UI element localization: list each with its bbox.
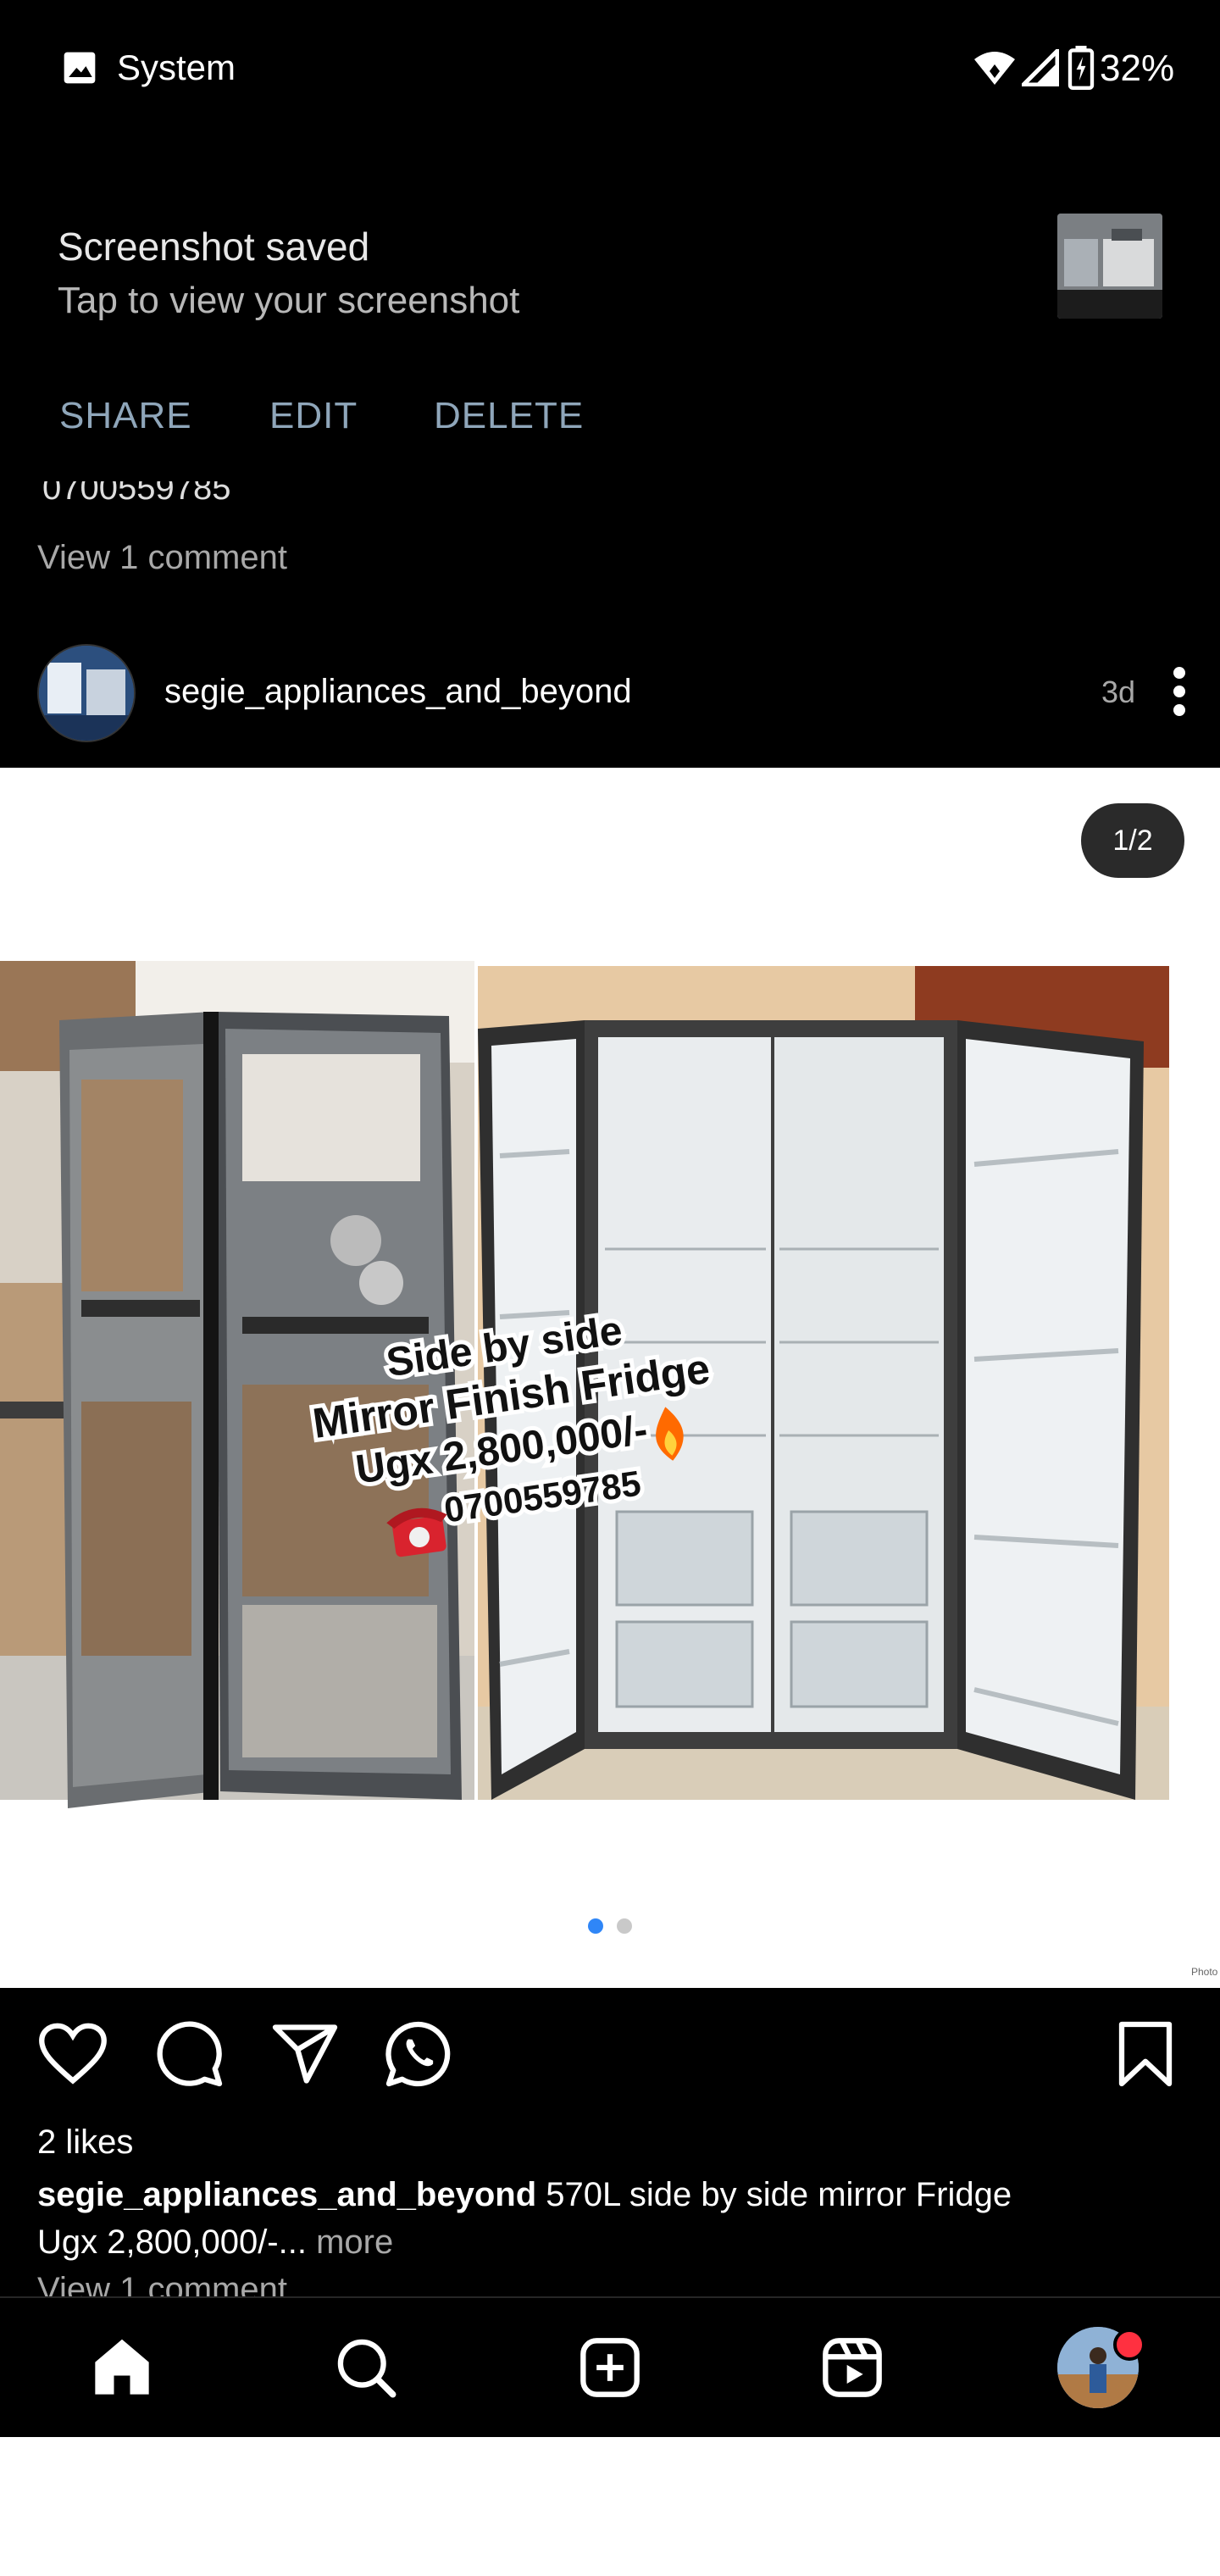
- carousel-counter: 1/2: [1081, 803, 1184, 878]
- post-caption: segie_appliances_and_beyond 570L side by…: [37, 2171, 1181, 2266]
- caption-line-2: Ugx 2,800,000/-...: [37, 2223, 307, 2261]
- view-comments-link[interactable]: View 1 comment: [37, 2271, 287, 2296]
- post-avatar[interactable]: [37, 644, 136, 742]
- image-icon: [64, 52, 96, 84]
- search-icon[interactable]: [334, 2335, 398, 2400]
- notification-title[interactable]: Screenshot saved: [58, 224, 369, 269]
- previous-post-phone-line: 0700559785: [42, 481, 381, 515]
- post-age: 3d: [1101, 675, 1136, 709]
- notification-delete-button[interactable]: DELETE: [434, 395, 584, 437]
- notification-subtitle[interactable]: Tap to view your screenshot: [58, 280, 519, 322]
- home-icon[interactable]: [90, 2335, 154, 2400]
- create-post-icon[interactable]: [578, 2335, 642, 2400]
- more-options-icon[interactable]: [1169, 666, 1190, 717]
- post-media-carousel[interactable]: 1/2 Side by side Mirror Finish Fridge Ug…: [0, 768, 1220, 1988]
- bookmark-icon[interactable]: [1110, 2018, 1181, 2090]
- heart-icon[interactable]: [37, 2018, 108, 2090]
- status-bar: System 32%: [0, 0, 1220, 136]
- post-username[interactable]: segie_appliances_and_beyond: [164, 673, 632, 711]
- status-app-label: System: [117, 47, 236, 87]
- reels-icon[interactable]: [820, 2335, 884, 2400]
- screenshot-thumbnail[interactable]: [1057, 214, 1162, 319]
- system-area: [0, 2437, 1220, 2576]
- previous-post-phone: 0700559785: [42, 481, 231, 507]
- caption-more-link[interactable]: more: [316, 2223, 393, 2261]
- battery-icon: [1068, 46, 1095, 90]
- carousel-dot[interactable]: [617, 1918, 632, 1934]
- bottom-navigation: [0, 2296, 1220, 2438]
- likes-count[interactable]: 2 likes: [37, 2124, 133, 2162]
- post-photo[interactable]: Side by side Mirror Finish Fridge Ugx 2,…: [0, 961, 1169, 1808]
- send-icon[interactable]: [269, 2018, 341, 2090]
- carousel-dot-active[interactable]: [588, 1918, 603, 1934]
- battery-percent: 32%: [1100, 47, 1175, 89]
- previous-post-view-comments[interactable]: View 1 comment: [37, 539, 287, 577]
- comment-icon[interactable]: [154, 2018, 225, 2090]
- notification-badge: [1113, 2329, 1145, 2361]
- notification-edit-button[interactable]: EDIT: [269, 395, 358, 437]
- photo-credit: Photo: [1191, 1966, 1218, 1978]
- notification-share-button[interactable]: SHARE: [59, 395, 192, 437]
- caption-username[interactable]: segie_appliances_and_beyond: [37, 2176, 536, 2213]
- caption-text: 570L side by side mirror Fridge: [546, 2176, 1012, 2213]
- wifi-icon: [974, 52, 1015, 85]
- whatsapp-icon[interactable]: [383, 2018, 454, 2090]
- signal-icon: [1022, 49, 1059, 86]
